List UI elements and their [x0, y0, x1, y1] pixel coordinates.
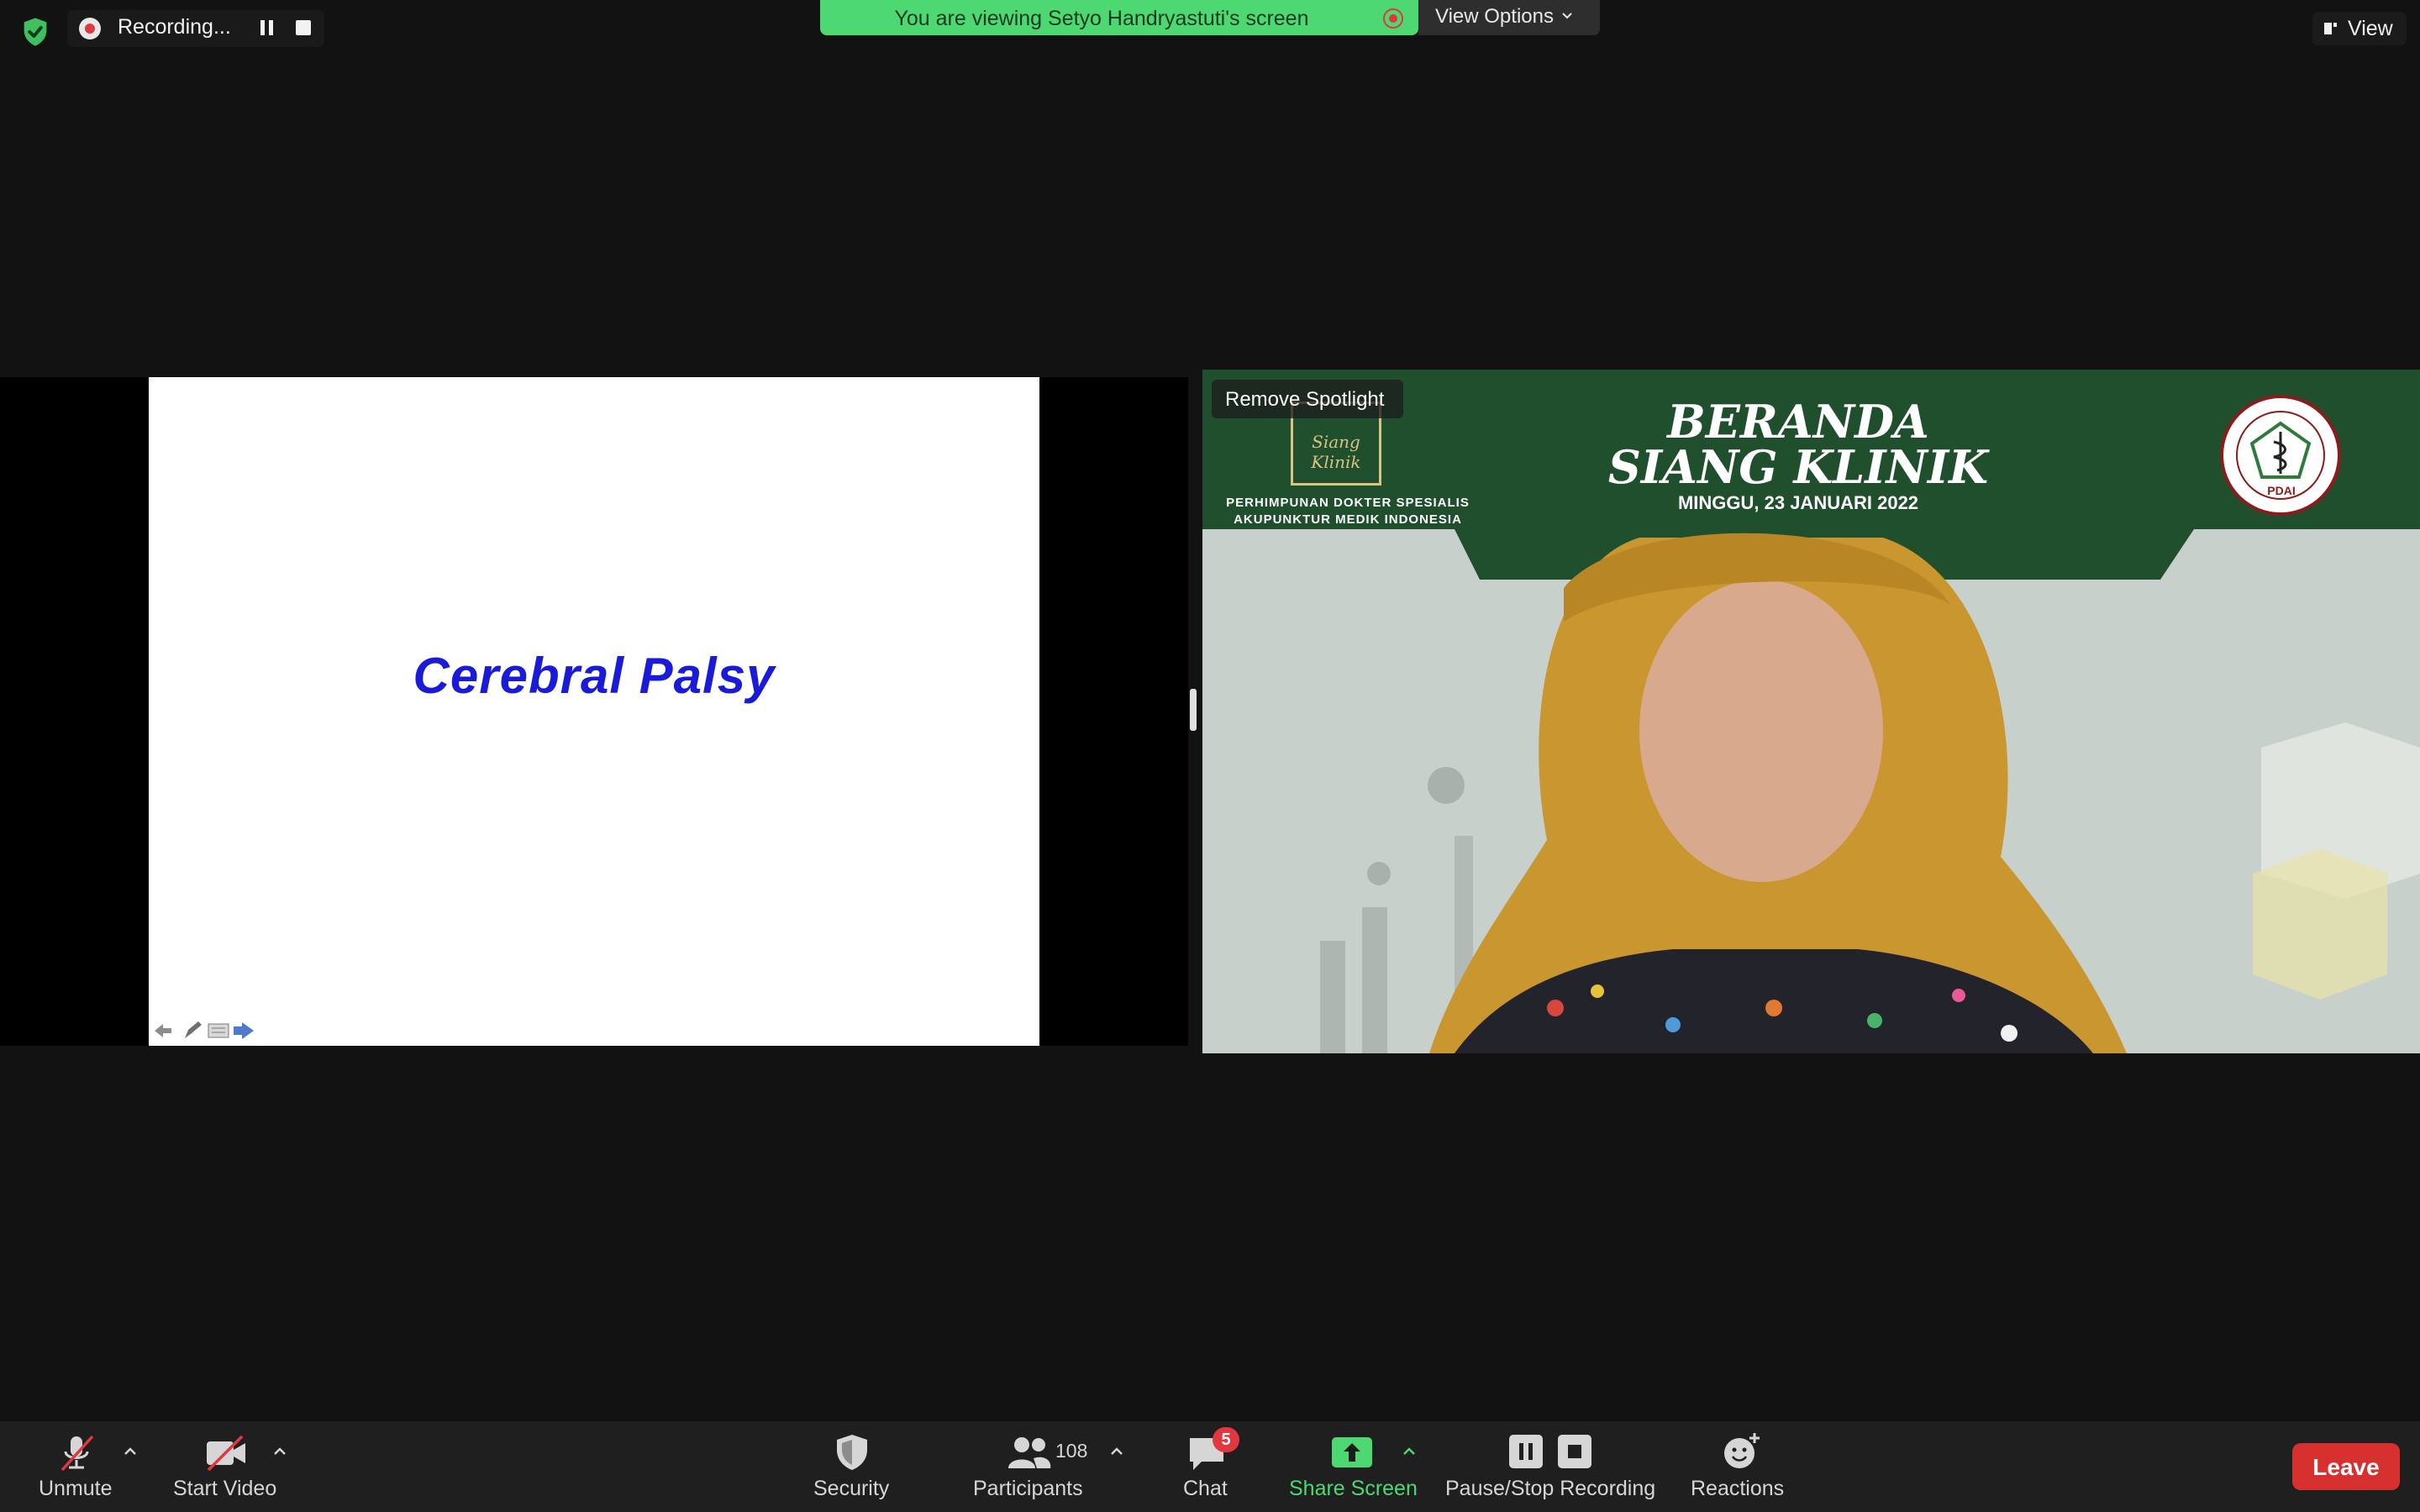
- stop-icon[interactable]: [296, 20, 311, 35]
- unmute-label[interactable]: Unmute: [39, 1477, 113, 1501]
- chat-label[interactable]: Chat: [1183, 1477, 1228, 1501]
- siang-klinik-logo-text: Siang Klinik: [1311, 432, 1361, 472]
- pdai-emblem-label: PDAI: [2267, 484, 2296, 497]
- leave-label: Leave: [2312, 1454, 2380, 1480]
- shield-check-icon[interactable]: [18, 15, 52, 49]
- participants-icon[interactable]: [1007, 1435, 1052, 1470]
- pause-icon[interactable]: [259, 18, 276, 37]
- reactions-smiley-icon[interactable]: [1721, 1431, 1761, 1470]
- recording-label: Recording...: [118, 15, 231, 39]
- remove-spotlight-label: Remove Spotlight: [1225, 388, 1385, 411]
- organization-line-2: AKUPUNKTUR MEDIK INDONESIA: [1234, 512, 1462, 527]
- stop-icon[interactable]: [1558, 1435, 1591, 1468]
- record-dot-icon: [79, 18, 101, 39]
- participants-label[interactable]: Participants: [973, 1477, 1083, 1501]
- security-shield-icon[interactable]: [834, 1433, 871, 1472]
- slide-navigation-controls[interactable]: [151, 1018, 260, 1043]
- unmute-options-caret[interactable]: [123, 1446, 138, 1457]
- record-dot-icon: [1383, 8, 1403, 29]
- view-label: View: [2348, 17, 2393, 40]
- chevron-down-icon: [1562, 13, 1572, 19]
- video-options-caret[interactable]: [272, 1446, 287, 1457]
- reactions-label[interactable]: Reactions: [1691, 1477, 1784, 1501]
- participant-count: 108: [1055, 1440, 1088, 1462]
- pause-icon[interactable]: [1509, 1435, 1543, 1468]
- share-screen-arrow-icon[interactable]: [1331, 1436, 1373, 1468]
- security-label[interactable]: Security: [813, 1477, 889, 1501]
- pause-stop-recording-label[interactable]: Pause/Stop Recording: [1445, 1477, 1655, 1501]
- event-date: MINGGU, 23 JANUARI 2022: [1677, 492, 1919, 513]
- view-layout-icon: [2324, 23, 2337, 34]
- video-off-icon[interactable]: [203, 1435, 249, 1472]
- participants-options-caret[interactable]: [1109, 1446, 1124, 1457]
- view-options-label: View Options: [1435, 5, 1554, 28]
- organization-line-1: PERHIMPUNAN DOKTER SPESIALIS: [1226, 496, 1470, 510]
- chat-unread-badge: 5: [1213, 1427, 1239, 1452]
- pdai-emblem: [2220, 395, 2341, 516]
- muted-mic-icon[interactable]: [55, 1431, 97, 1473]
- share-screen-label[interactable]: Share Screen: [1289, 1477, 1418, 1501]
- presentation-slide: [149, 377, 1039, 1046]
- slide-title: Cerebral Palsy: [413, 648, 776, 704]
- event-title-line-2: SIANG KLINIK: [1607, 440, 1989, 494]
- share-options-caret[interactable]: [1402, 1446, 1417, 1457]
- split-view-handle[interactable]: [1190, 689, 1197, 731]
- viewing-screen-text: You are viewing Setyo Handryastuti's scr…: [894, 7, 1309, 30]
- start-video-label[interactable]: Start Video: [173, 1477, 276, 1501]
